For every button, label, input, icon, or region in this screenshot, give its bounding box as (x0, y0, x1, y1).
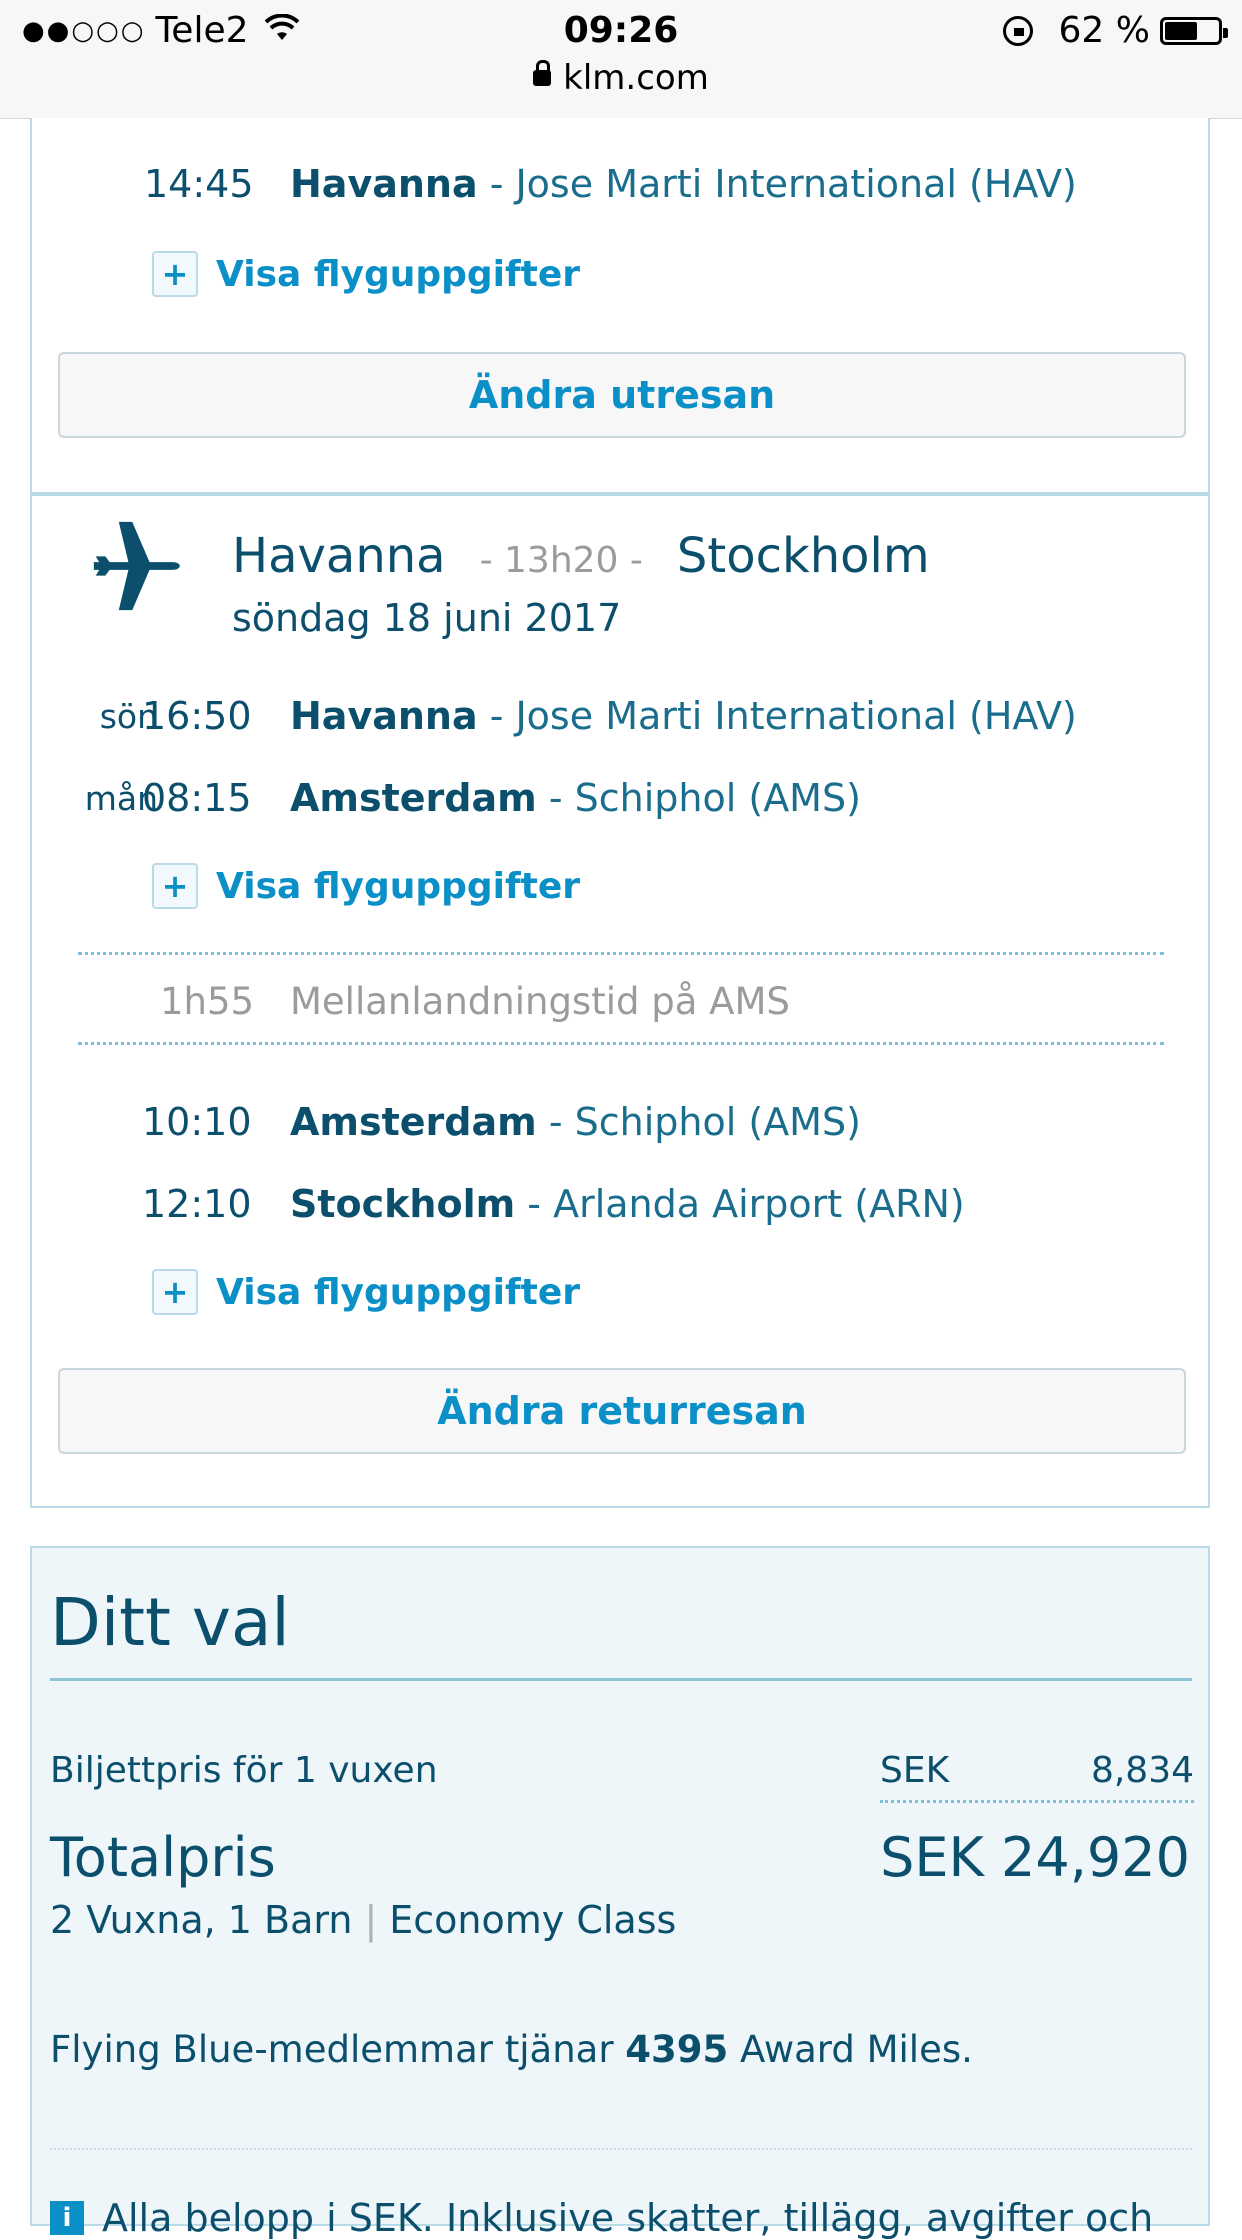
segment-city: Havanna (290, 162, 478, 206)
rotation-lock-icon (1002, 15, 1033, 46)
change-outbound-button[interactable]: Ändra utresan (58, 352, 1186, 438)
ticket-value: 8,834 (1090, 1750, 1194, 1791)
segment-time: 16:50 (142, 694, 252, 738)
segment-city: Stockholm (290, 1182, 516, 1226)
segment-airport: - Schiphol (AMS) (536, 776, 861, 820)
segment-airport: - Schiphol (AMS) (536, 1100, 861, 1144)
summary-title: Ditt val (50, 1584, 290, 1661)
battery-tip (1223, 27, 1228, 38)
award-miles-text: Flying Blue-medlemmar tjänar 4395 Award … (50, 2028, 973, 2071)
segment-time: 12:10 (142, 1182, 252, 1226)
route-header: Havanna - 13h20 - Stockholm (232, 528, 930, 584)
segment-city: Amsterdam (290, 776, 537, 820)
return-segment-2-departure: 10:10 Amsterdam - Schiphol (AMS) (32, 1092, 1212, 1152)
layover-divider-bottom (78, 1042, 1164, 1045)
segment-city: Havanna (290, 694, 478, 738)
layover-row: 1h55 Mellanlandningstid på AMS (32, 980, 1212, 1036)
return-flight-2-details-link[interactable]: + Visa flyguppgifter (152, 1266, 580, 1318)
route-duration: - 13h20 - (479, 540, 643, 581)
details-link-label: Visa flyguppgifter (216, 1271, 581, 1313)
cabin-class: Economy Class (389, 1898, 677, 1942)
segment-place: Stockholm - Arlanda Airport (ARN) (290, 1182, 965, 1226)
total-price-value: SEK 24,920 (880, 1826, 1190, 1889)
ticket-currency: SEK (880, 1750, 950, 1791)
details-link-label: Visa flyguppgifter (216, 253, 581, 295)
outbound-flight-details-link[interactable]: + Visa flyguppgifter (152, 248, 580, 300)
summary-card: Ditt val Biljettpris för 1 vuxen SEK 8,8… (30, 1546, 1210, 2240)
summary-divider (50, 1678, 1192, 1681)
summary-dotted-divider (50, 2148, 1192, 2150)
route-date: söndag 18 juni 2017 (232, 596, 622, 640)
segment-airport: - Jose Marti International (HAV) (477, 694, 1077, 738)
segment-airport: - Arlanda Airport (ARN) (515, 1182, 965, 1226)
battery-percent: 62 % (1058, 10, 1150, 51)
price-info-row: i Alla belopp i SEK. Inklusive skatter, … (50, 2196, 1153, 2240)
segment-time: 08:15 (142, 776, 252, 820)
segment-place: Amsterdam - Schiphol (AMS) (290, 1100, 861, 1144)
route-from: Havanna (232, 528, 446, 584)
miles-value: 4395 (625, 2028, 729, 2071)
change-return-button[interactable]: Ändra returresan (58, 1368, 1186, 1454)
route-to: Stockholm (676, 528, 930, 584)
return-segment-1-arrival: mån 08:15 Amsterdam - Schiphol (AMS) (32, 768, 1212, 828)
segment-place: Havanna - Jose Marti International (HAV) (290, 694, 1077, 738)
address-bar[interactable]: klm.com (0, 58, 1242, 98)
layover-text: Mellanlandningstid på AMS (290, 980, 790, 1023)
separator: | (364, 1898, 378, 1942)
url-text: klm.com (563, 58, 709, 98)
return-segment-1-departure: sön 16:50 Havanna - Jose Marti Internati… (32, 686, 1212, 746)
segment-airport: - Jose Marti International (HAV) (477, 162, 1077, 206)
layover-divider-top (78, 952, 1164, 955)
plane-icon (93, 521, 180, 611)
plus-icon: + (152, 1269, 198, 1315)
return-card: Havanna - 13h20 - Stockholm söndag 18 ju… (30, 494, 1210, 1508)
plus-icon: + (152, 251, 198, 297)
outbound-segment-arrival: 14:45 Havanna - Jose Marti International… (32, 154, 1212, 214)
battery-level (1165, 21, 1197, 40)
status-bar: ●●○○○ Tele2 09:26 62 % klm.com (0, 0, 1242, 119)
layover-time: 1h55 (160, 980, 255, 1023)
padlock-icon (533, 59, 552, 86)
return-segment-2-arrival: 12:10 Stockholm - Arlanda Airport (ARN) (32, 1174, 1212, 1234)
status-right: 62 % (1002, 10, 1228, 51)
miles-prefix: Flying Blue-medlemmar tjänar (50, 2028, 626, 2071)
miles-suffix: Award Miles. (728, 2028, 973, 2071)
info-icon[interactable]: i (50, 2201, 84, 2235)
segment-place: Amsterdam - Schiphol (AMS) (290, 776, 861, 820)
return-flight-1-details-link[interactable]: + Visa flyguppgifter (152, 860, 580, 912)
segment-city: Amsterdam (290, 1100, 537, 1144)
outbound-card: 14:45 Havanna - Jose Marti International… (30, 118, 1210, 494)
segment-time: 10:10 (142, 1100, 252, 1144)
passenger-summary: 2 Vuxna, 1 Barn | Economy Class (50, 1898, 676, 1942)
total-price-label: Totalpris (50, 1826, 276, 1889)
passenger-count: 2 Vuxna, 1 Barn (50, 1898, 353, 1942)
ticket-price[interactable]: SEK 8,834 (880, 1750, 1194, 1803)
segment-place: Havanna - Jose Marti International (HAV) (290, 162, 1077, 206)
details-link-label: Visa flyguppgifter (216, 865, 581, 907)
ticket-price-label: Biljettpris för 1 vuxen (50, 1750, 438, 1791)
plus-icon: + (152, 863, 198, 909)
price-info-text: Alla belopp i SEK. Inklusive skatter, ti… (102, 2196, 1154, 2240)
battery-icon (1160, 16, 1228, 45)
segment-time: 14:45 (144, 162, 254, 206)
